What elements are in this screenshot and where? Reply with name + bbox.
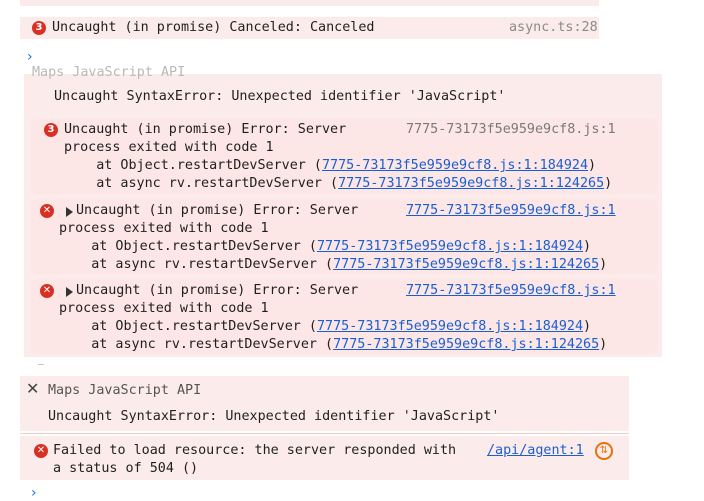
console-entry-error[interactable]: 3 Uncaught (in promise) Error: Server 77… <box>31 119 658 194</box>
console-entry-error[interactable]: ✕ Uncaught (in promise) Error: Server 77… <box>31 279 658 354</box>
top-partial-row <box>20 0 599 6</box>
error-line-2: process exited with code 1 <box>59 221 269 236</box>
group-title: Maps JavaScript API <box>48 383 202 398</box>
error-line-2: process exited with code 1 <box>59 301 269 316</box>
divider <box>20 433 629 434</box>
stack-link[interactable]: 7775-73173f5e959e9cf8.js:1:124265 <box>333 337 599 352</box>
error-count-badge: 3 <box>32 21 46 35</box>
stack-close: ) <box>588 158 597 173</box>
stack-close: ) <box>599 257 608 272</box>
error-line-1: Uncaught (in promise) Error: Server <box>76 203 359 218</box>
stack-line-1: at Object.restartDevServer (7775-73173f5… <box>59 318 591 336</box>
console-message: Uncaught SyntaxError: Unexpected identif… <box>48 409 500 424</box>
error-icon: ✕ <box>34 444 48 458</box>
stack-link[interactable]: 7775-73173f5e959e9cf8.js:1:124265 <box>333 257 599 272</box>
stack-link[interactable]: 7775-73173f5e959e9cf8.js:1:184924 <box>317 319 583 334</box>
stack-close: ) <box>599 337 608 352</box>
error-line-1: Uncaught (in promise) Error: Server <box>64 122 347 137</box>
stack-text: at async rv.restartDevServer ( <box>59 257 334 272</box>
stack-link[interactable]: 7775-73173f5e959e9cf8.js:1:184924 <box>322 158 588 173</box>
source-link[interactable]: 7775-73173f5e959e9cf8.js:1 <box>406 121 616 139</box>
error-line-2: process exited with code 1 <box>64 140 274 155</box>
console-message: Uncaught SyntaxError: Unexpected identif… <box>54 89 506 104</box>
chevron-right-icon[interactable]: › <box>27 50 33 64</box>
stack-text: at Object.restartDevServer ( <box>59 319 317 334</box>
stack-text: at async rv.restartDevServer ( <box>59 337 334 352</box>
stack-line-1: at Object.restartDevServer (7775-73173f5… <box>59 238 591 256</box>
close-icon[interactable]: ✕ <box>26 380 39 398</box>
source-link[interactable]: async.ts:28 <box>509 19 598 37</box>
network-request-icon[interactable]: ⇅ <box>595 442 613 460</box>
stack-text: at Object.restartDevServer ( <box>64 158 322 173</box>
collapsed-row-marker <box>38 360 44 365</box>
stack-link[interactable]: 7775-73173f5e959e9cf8.js:1:184924 <box>317 239 583 254</box>
console-group-maps[interactable]: ✕ Maps JavaScript API Uncaught SyntaxErr… <box>20 376 629 431</box>
stack-close: ) <box>604 176 613 191</box>
error-icon: ✕ <box>40 204 54 218</box>
error-icon: ✕ <box>40 284 54 298</box>
console-entry-network-error[interactable]: ✕ Failed to load resource: the server re… <box>20 436 629 480</box>
console-message: Uncaught (in promise) Canceled: Canceled <box>52 20 375 35</box>
stack-line-2: at async rv.restartDevServer (7775-73173… <box>64 175 612 193</box>
console-entry-error[interactable]: ✕ Uncaught (in promise) Error: Server 77… <box>31 199 658 274</box>
source-link[interactable]: /api/agent:1 <box>487 442 584 460</box>
error-line-1: Failed to load resource: the server resp… <box>53 443 457 458</box>
stack-line-2: at async rv.restartDevServer (7775-73173… <box>59 256 607 274</box>
console-entry-canceled[interactable]: 3 Uncaught (in promise) Canceled: Cancel… <box>20 17 599 39</box>
source-link[interactable]: 7775-73173f5e959e9cf8.js:1 <box>406 202 616 220</box>
source-link[interactable]: 7775-73173f5e959e9cf8.js:1 <box>406 282 616 300</box>
error-count-badge: 3 <box>44 123 58 137</box>
stack-line-1: at Object.restartDevServer (7775-73173f5… <box>64 157 596 175</box>
stack-text: at Object.restartDevServer ( <box>59 239 317 254</box>
stack-line-2: at async rv.restartDevServer (7775-73173… <box>59 336 607 354</box>
group-title-partial: Maps JavaScript API <box>32 65 186 80</box>
expand-triangle-icon[interactable] <box>66 287 73 297</box>
error-line-1: Uncaught (in promise) Error: Server <box>76 283 359 298</box>
stack-close: ) <box>583 319 592 334</box>
stack-link[interactable]: 7775-73173f5e959e9cf8.js:1:124265 <box>338 176 604 191</box>
stack-text: at async rv.restartDevServer ( <box>64 176 339 191</box>
chevron-right-icon[interactable]: › <box>31 486 37 500</box>
stack-close: ) <box>583 239 592 254</box>
expand-triangle-icon[interactable] <box>66 207 73 217</box>
error-line-2: a status of 504 () <box>53 461 199 476</box>
